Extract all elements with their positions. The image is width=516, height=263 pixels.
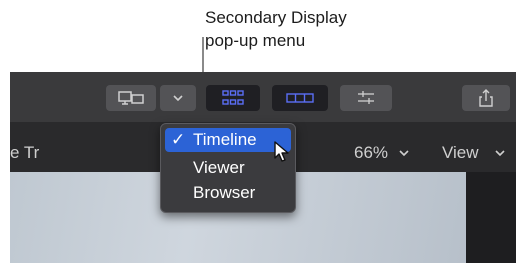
menu-item-label: Browser — [193, 183, 256, 202]
view-chevron-down-icon[interactable] — [494, 143, 506, 169]
viewer-side-panel — [466, 172, 516, 263]
chevron-down-icon — [172, 94, 184, 102]
secondary-display-button[interactable] — [106, 85, 156, 111]
callout-line-2: pop-up menu — [205, 31, 306, 50]
zoom-level-label[interactable]: 66% — [354, 143, 388, 163]
menu-item-browser[interactable]: Browser — [165, 181, 291, 205]
view-menu-label[interactable]: View — [442, 143, 479, 163]
share-button[interactable] — [462, 85, 510, 111]
browser-view-button[interactable] — [206, 85, 260, 111]
inspector-button[interactable] — [340, 85, 392, 111]
checkmark-icon: ✓ — [171, 130, 186, 149]
secondary-display-menu-button[interactable] — [160, 85, 196, 111]
project-title-fragment: e Tr — [10, 143, 40, 162]
timeline-view-button[interactable] — [272, 85, 328, 111]
callout-line-1: Secondary Display — [205, 8, 347, 27]
share-icon — [478, 88, 494, 108]
menu-item-label: Viewer — [193, 158, 245, 177]
sliders-icon — [356, 89, 376, 107]
zoom-chevron-down-icon[interactable] — [398, 143, 410, 169]
toolbar — [10, 72, 516, 123]
display-icon — [118, 90, 144, 106]
timeline-icon — [286, 92, 314, 104]
mouse-pointer-icon — [271, 140, 293, 171]
grid-icon — [222, 90, 244, 106]
menu-item-label: Timeline — [193, 130, 257, 149]
callout-label: Secondary Display pop-up menu — [205, 6, 347, 52]
